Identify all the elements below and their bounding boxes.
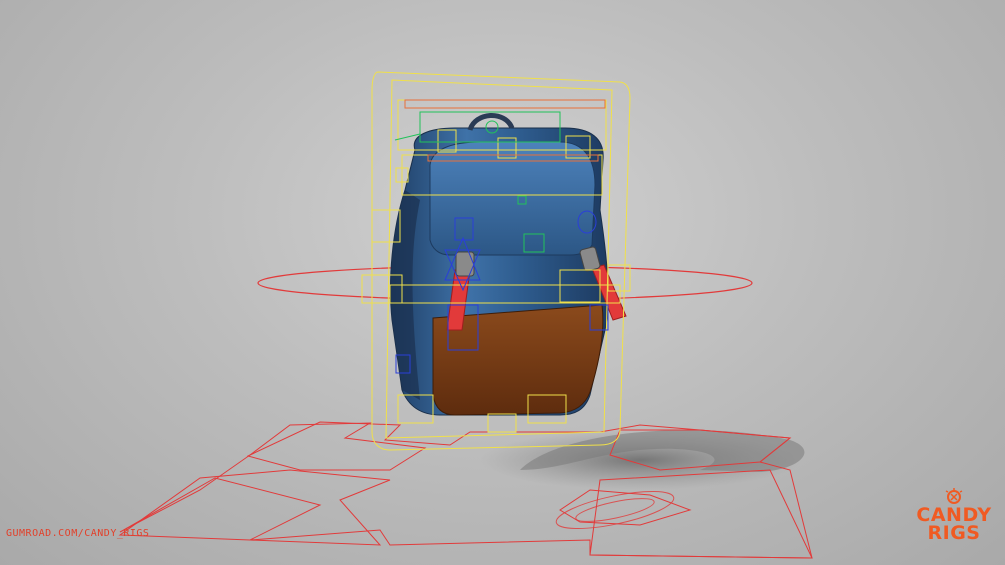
- ground-shadow: [480, 430, 805, 490]
- watermark-url: GUMROAD.COM/CANDY_RIGS: [6, 528, 150, 539]
- scene-render: [118, 71, 813, 559]
- brand-logo: CANDY RIGS: [908, 486, 1000, 546]
- viewport-3d: [0, 0, 1005, 565]
- brand-line2: RIGS: [927, 522, 981, 544]
- candy-icon: [942, 486, 966, 506]
- backpack-model: [390, 113, 627, 416]
